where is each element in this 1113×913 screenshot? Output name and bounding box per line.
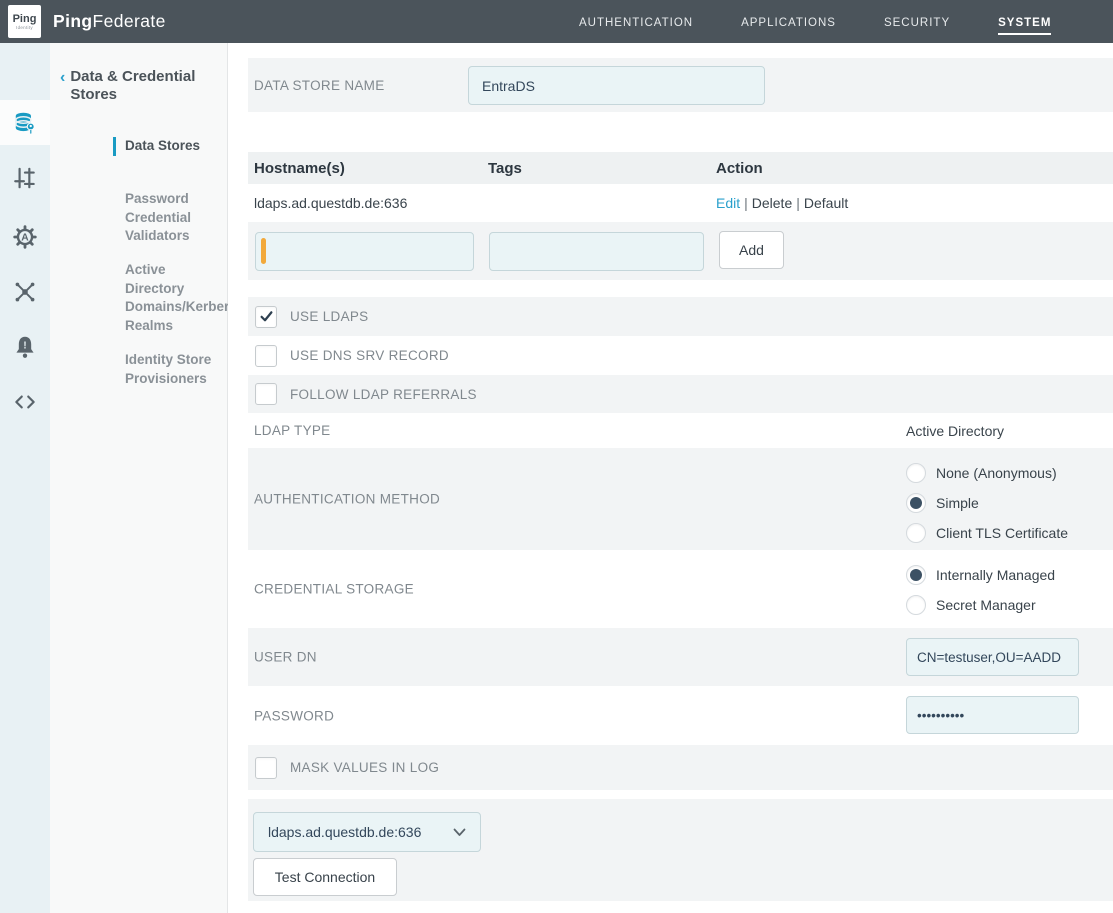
use-ldaps-checkbox[interactable] [255, 306, 277, 328]
new-hostname-input[interactable] [255, 232, 474, 271]
add-button[interactable]: Add [719, 231, 784, 269]
data-store-name-label: DATA STORE NAME [254, 78, 385, 93]
authentication-method-label: AUTHENTICATION METHOD [254, 492, 440, 507]
radio-label: Client TLS Certificate [936, 525, 1068, 541]
action-separator: | [740, 195, 752, 211]
edit-link[interactable]: Edit [716, 195, 740, 211]
user-dn-input[interactable] [906, 638, 1079, 676]
hostname-dropdown-value: ldaps.ad.questdb.de:636 [268, 824, 453, 840]
col-tags: Tags [488, 160, 716, 177]
mask-values-label: MASK VALUES IN LOG [290, 760, 439, 775]
use-dns-srv-label: USE DNS SRV RECORD [290, 348, 449, 363]
radio-simple[interactable] [906, 493, 926, 513]
new-tags-input[interactable] [489, 232, 704, 271]
mask-values-row: MASK VALUES IN LOG [248, 745, 1113, 790]
col-action: Action [716, 160, 763, 177]
default-link[interactable]: Default [804, 195, 848, 211]
follow-ldap-referrals-row: FOLLOW LDAP REFERRALS [248, 375, 1113, 413]
password-label: PASSWORD [254, 708, 334, 723]
svg-text:A: A [21, 233, 29, 244]
ping-identity-logo[interactable]: Ping Identity [8, 5, 41, 38]
sidebar-back-header[interactable]: ‹ Data & Credential Stores [60, 68, 220, 105]
credential-storage-options: Internally Managed Secret Manager [906, 560, 1055, 620]
use-ldaps-label: USE LDAPS [290, 309, 368, 324]
credential-storage-row: CREDENTIAL STORAGE Internally Managed Se… [248, 550, 1113, 628]
sidebar-item-ad-domains-kerberos-realms[interactable]: Active Directory Domains/Kerberos Realms [113, 261, 221, 336]
radio-label: None (Anonymous) [936, 465, 1057, 481]
user-dn-row: USER DN [248, 628, 1113, 686]
admin-gear-icon[interactable]: A [12, 224, 38, 250]
data-stores-icon[interactable] [12, 110, 38, 136]
delete-link[interactable]: Delete [752, 195, 792, 211]
use-dns-srv-row: USE DNS SRV RECORD [248, 336, 1113, 375]
sidebar-item-identity-store-provisioners[interactable]: Identity Store Provisioners [113, 351, 221, 388]
top-navbar: Ping Identity PingFederate AUTHENTICATIO… [0, 0, 1113, 43]
radio-client-tls-certificate[interactable] [906, 523, 926, 543]
authentication-method-options: None (Anonymous) Simple Client TLS Certi… [906, 458, 1068, 548]
main-content: DATA STORE NAME Hostname(s) Tags Action … [228, 43, 1113, 913]
text-caret [261, 238, 266, 264]
radio-secret-manager[interactable] [906, 595, 926, 615]
radio-option-secret-manager[interactable]: Secret Manager [906, 590, 1055, 620]
radio-option-internally-managed[interactable]: Internally Managed [906, 560, 1055, 590]
hostname-value: ldaps.ad.questdb.de:636 [254, 195, 488, 211]
nav-applications[interactable]: APPLICATIONS [741, 15, 836, 29]
sidebar-title: Data & Credential Stores [70, 68, 220, 105]
radio-label: Simple [936, 495, 979, 511]
test-connection-button[interactable]: Test Connection [253, 858, 397, 896]
secondary-sidebar: ‹ Data & Credential Stores Data Stores P… [50, 43, 228, 913]
password-row: PASSWORD [248, 686, 1113, 745]
add-host-row: Add [248, 222, 1113, 280]
code-brackets-icon[interactable] [12, 389, 38, 415]
hosts-table-header: Hostname(s) Tags Action [248, 152, 1113, 184]
nav-security[interactable]: SECURITY [884, 15, 950, 29]
nav-authentication[interactable]: AUTHENTICATION [579, 15, 693, 29]
logo-subtitle: Identity [16, 25, 33, 30]
host-table-row: ldaps.ad.questdb.de:636 Edit|Delete|Defa… [248, 184, 1113, 222]
mask-values-checkbox[interactable] [255, 757, 277, 779]
checkmark-icon [259, 309, 274, 324]
primary-nav: AUTHENTICATION APPLICATIONS SECURITY SYS… [579, 0, 1051, 43]
radio-option-none-anonymous[interactable]: None (Anonymous) [906, 458, 1068, 488]
ldap-type-row: LDAP TYPE Active Directory [248, 413, 1113, 448]
row-actions: Edit|Delete|Default [716, 195, 848, 211]
connections-icon[interactable] [12, 279, 38, 305]
radio-label: Internally Managed [936, 567, 1055, 583]
radio-option-simple[interactable]: Simple [906, 488, 1068, 518]
pingfederate-app: Ping Identity PingFederate AUTHENTICATIO… [0, 0, 1113, 913]
sidebar-item-password-credential-validators[interactable]: Password Credential Validators [113, 190, 221, 246]
radio-none-anonymous[interactable] [906, 463, 926, 483]
logo-title: Ping [13, 14, 37, 25]
follow-ldap-referrals-checkbox[interactable] [255, 383, 277, 405]
sidebar-item-data-stores[interactable]: Data Stores [113, 137, 221, 156]
user-dn-label: USER DN [254, 650, 317, 665]
hostname-dropdown[interactable]: ldaps.ad.questdb.de:636 [253, 812, 481, 852]
action-separator: | [792, 195, 804, 211]
test-connection-section: ldaps.ad.questdb.de:636 Test Connection [248, 799, 1113, 901]
ldap-type-value: Active Directory [906, 423, 1004, 439]
col-hostname: Hostname(s) [254, 160, 488, 177]
credential-storage-label: CREDENTIAL STORAGE [254, 582, 414, 597]
chevron-down-icon [453, 828, 466, 837]
radio-option-client-tls-certificate[interactable]: Client TLS Certificate [906, 518, 1068, 548]
notifications-bell-icon[interactable]: ! [12, 334, 38, 360]
password-input[interactable] [906, 696, 1079, 734]
app-title-bold: Ping [53, 11, 93, 32]
nav-system[interactable]: SYSTEM [998, 9, 1051, 35]
authentication-method-row: AUTHENTICATION METHOD None (Anonymous) S… [248, 448, 1113, 550]
data-store-name-row: DATA STORE NAME [248, 58, 1113, 112]
ldap-type-label: LDAP TYPE [254, 423, 331, 438]
app-title: PingFederate [53, 0, 166, 43]
data-store-name-input[interactable] [468, 66, 765, 105]
radio-internally-managed[interactable] [906, 565, 926, 585]
settings-sliders-icon[interactable] [12, 165, 38, 191]
back-chevron-icon: ‹ [60, 68, 65, 105]
use-ldaps-row: USE LDAPS [248, 297, 1113, 336]
app-title-light: Federate [93, 11, 166, 32]
radio-label: Secret Manager [936, 597, 1036, 613]
follow-ldap-referrals-label: FOLLOW LDAP REFERRALS [290, 387, 477, 402]
svg-text:!: ! [23, 341, 26, 352]
use-dns-srv-checkbox[interactable] [255, 345, 277, 367]
icon-rail: A ! [0, 43, 50, 913]
